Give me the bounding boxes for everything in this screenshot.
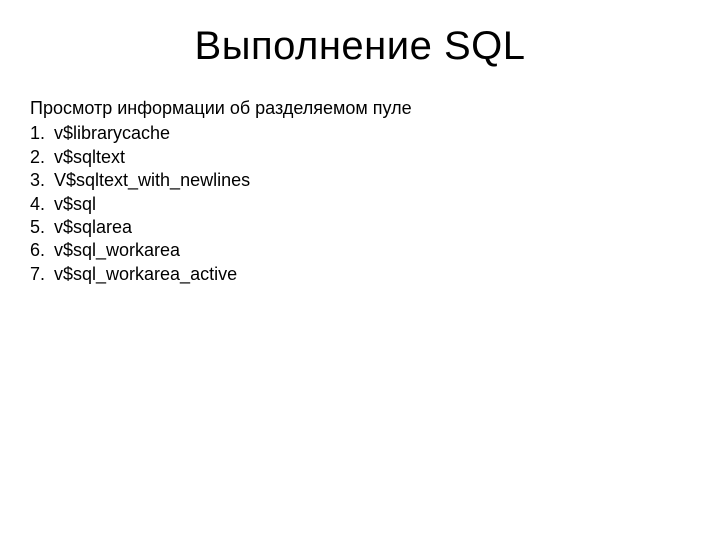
list-text: v$librarycache: [54, 122, 690, 145]
list-number: 7.: [30, 263, 54, 286]
list-text: v$sqlarea: [54, 216, 690, 239]
list-item: 3. V$sqltext_with_newlines: [30, 169, 690, 192]
list-item: 5. v$sqlarea: [30, 216, 690, 239]
list-number: 6.: [30, 239, 54, 262]
list-number: 2.: [30, 146, 54, 169]
list-text: v$sql_workarea: [54, 239, 690, 262]
list-text: v$sql: [54, 193, 690, 216]
list-item: 1. v$librarycache: [30, 122, 690, 145]
list-item: 6. v$sql_workarea: [30, 239, 690, 262]
list-number: 4.: [30, 193, 54, 216]
intro-text: Просмотр информации об разделяемом пуле: [30, 97, 690, 120]
list-item: 2. v$sqltext: [30, 146, 690, 169]
list-number: 5.: [30, 216, 54, 239]
list-text: V$sqltext_with_newlines: [54, 169, 690, 192]
list-number: 1.: [30, 122, 54, 145]
view-list: 1. v$librarycache 2. v$sqltext 3. V$sqlt…: [30, 122, 690, 286]
slide: Выполнение SQL Просмотр информации об ра…: [0, 0, 720, 540]
list-number: 3.: [30, 169, 54, 192]
list-item: 7. v$sql_workarea_active: [30, 263, 690, 286]
list-text: v$sqltext: [54, 146, 690, 169]
list-text: v$sql_workarea_active: [54, 263, 690, 286]
list-item: 4. v$sql: [30, 193, 690, 216]
slide-title: Выполнение SQL: [30, 24, 690, 69]
